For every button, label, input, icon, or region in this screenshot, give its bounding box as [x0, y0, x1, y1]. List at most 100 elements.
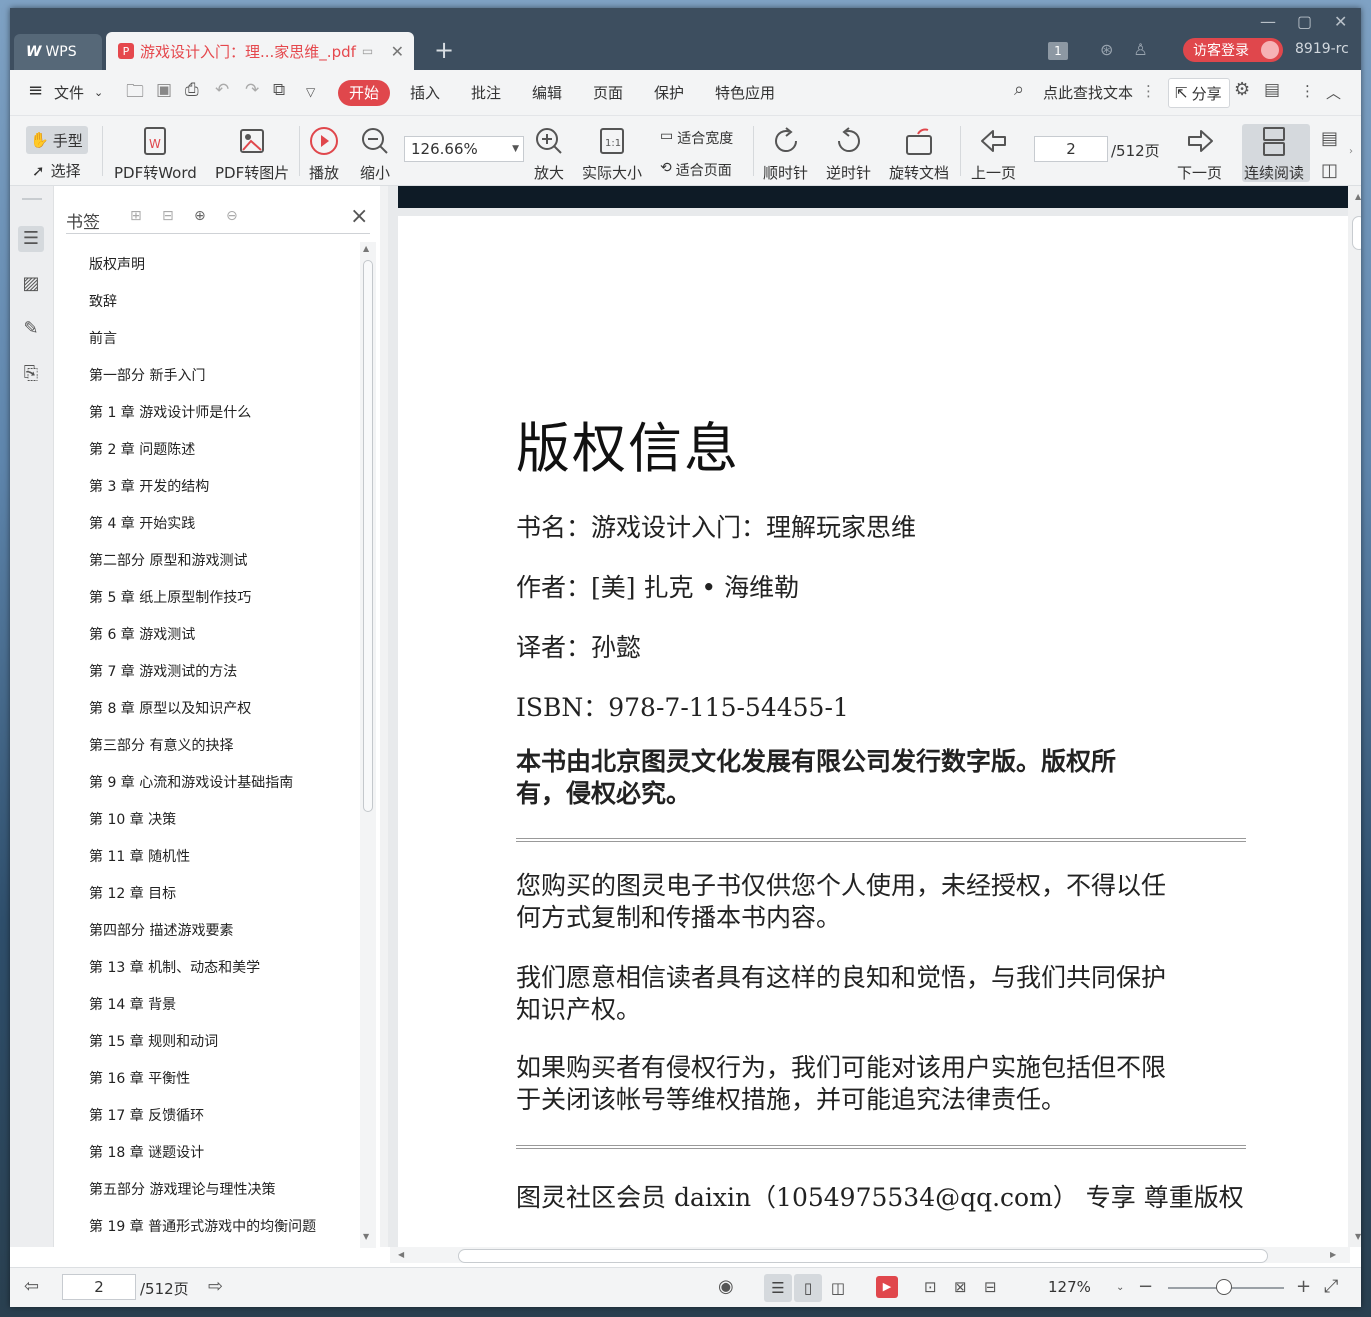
zoom-in-icon[interactable]: +: [1296, 1276, 1311, 1297]
redo-icon[interactable]: ↷: [245, 80, 259, 100]
scroll-down-icon[interactable]: ▼: [1355, 1232, 1361, 1241]
bookmark-scrollbar[interactable]: ▲ ▼: [360, 242, 376, 1248]
close-panel-icon[interactable]: ×: [350, 204, 368, 229]
print-icon[interactable]: ⎙: [185, 80, 199, 100]
more-chevron-icon[interactable]: ▽: [306, 85, 315, 99]
bookmark-scroll-thumb[interactable]: [363, 260, 373, 812]
menu-start[interactable]: 开始: [338, 80, 390, 106]
rotate-counter-clockwise-button[interactable]: 逆时针: [826, 124, 871, 183]
guest-login-button[interactable]: 访客登录: [1183, 38, 1283, 62]
bookmark-item[interactable]: 第 12 章 目标: [89, 883, 176, 903]
bookmark-item[interactable]: 第五部分 游戏理论与理性决策: [89, 1179, 275, 1199]
page-number-input[interactable]: 2: [1034, 136, 1108, 162]
zoom-select[interactable]: 126.66% ▼: [404, 136, 524, 162]
undo-icon[interactable]: ↶: [215, 80, 229, 100]
scroll-up-icon[interactable]: ▲: [363, 244, 369, 253]
collapse-all-icon[interactable]: ⊟: [162, 208, 180, 226]
play-slideshow-button[interactable]: ▶: [876, 1276, 898, 1298]
export-icon[interactable]: ⧉: [273, 80, 285, 100]
prev-page-icon[interactable]: ⇦: [24, 1276, 39, 1297]
zoom-dropdown-icon[interactable]: ⌄: [1116, 1282, 1124, 1293]
bookmark-item[interactable]: 第 1 章 游戏设计师是什么: [89, 402, 251, 422]
menu-insert[interactable]: 插入: [410, 82, 440, 103]
save-icon[interactable]: ▣: [156, 80, 172, 100]
menu-page[interactable]: 页面: [593, 82, 623, 103]
fit-page-button[interactable]: ⟲ 适合页面: [660, 160, 732, 180]
two-page-view-icon[interactable]: ◫: [824, 1274, 852, 1302]
fullscreen-icon[interactable]: ⤢: [1324, 1276, 1338, 1297]
more-vertical-icon[interactable]: ⋮: [1141, 82, 1156, 100]
close-tab-icon[interactable]: ✕: [391, 42, 404, 61]
bookmark-item[interactable]: 致辞: [89, 291, 117, 311]
skin-icon[interactable]: ⊛: [1100, 40, 1113, 59]
horizontal-scroll-thumb[interactable]: [458, 1249, 1268, 1263]
next-page-icon[interactable]: ⇨: [208, 1276, 223, 1297]
bookmark-item[interactable]: 第 9 章 心流和游戏设计基础指南: [89, 772, 293, 792]
zoom-in-button[interactable]: 放大: [534, 124, 564, 183]
comment-icon[interactable]: ▤: [1264, 80, 1280, 100]
thumbnail-panel-icon[interactable]: ▨: [18, 271, 44, 297]
play-button[interactable]: 播放: [309, 124, 339, 183]
rotate-document-button[interactable]: 旋转文档: [889, 124, 949, 183]
bookmark-item[interactable]: 第 15 章 规则和动词: [89, 1031, 218, 1051]
zoom-out-button[interactable]: 缩小: [360, 124, 390, 183]
fit-width-button[interactable]: ▭ 适合宽度: [660, 128, 733, 148]
rotate-clockwise-button[interactable]: 顺时针: [763, 124, 808, 183]
scroll-right-icon[interactable]: ▶: [1330, 1250, 1336, 1259]
bookmark-item[interactable]: 第 7 章 游戏测试的方法: [89, 661, 237, 681]
menu-protect[interactable]: 保护: [654, 82, 684, 103]
bookmark-item[interactable]: 第 10 章 决策: [89, 809, 176, 829]
collapse-ribbon-icon[interactable]: ︿: [1326, 82, 1341, 103]
share-button[interactable]: ⇱ 分享: [1168, 78, 1230, 108]
continuous-view-icon[interactable]: ☰: [764, 1274, 792, 1302]
kebab-icon[interactable]: ⋮: [1300, 82, 1315, 100]
bookmark-item[interactable]: 第 11 章 随机性: [89, 846, 190, 866]
bookmark-item[interactable]: 第 2 章 问题陈述: [89, 439, 195, 459]
status-page-input[interactable]: 2: [62, 1274, 136, 1300]
annotation-panel-icon[interactable]: ✎: [18, 316, 44, 342]
bookmark-item[interactable]: 第 19 章 普通形式游戏中的均衡问题: [89, 1216, 316, 1236]
two-page-icon[interactable]: ◫: [1321, 160, 1338, 181]
single-page-view-icon[interactable]: ▯: [794, 1274, 822, 1302]
bookmark-item[interactable]: 第 6 章 游戏测试: [89, 624, 195, 644]
actual-size-button[interactable]: 1:1 实际大小: [582, 124, 642, 183]
delete-bookmark-icon[interactable]: ⊖: [226, 208, 244, 226]
bookmark-item[interactable]: 第 5 章 纸上原型制作技巧: [89, 587, 251, 607]
bookmark-item[interactable]: 第三部分 有意义的抉择: [89, 735, 233, 755]
tab-document[interactable]: P 游戏设计入门：理...家思维_.pdf ▭ ✕: [106, 32, 414, 70]
zoom-slider-handle[interactable]: [1216, 1279, 1232, 1295]
single-page-icon[interactable]: ▤: [1321, 128, 1338, 149]
bookmark-item[interactable]: 第一部分 新手入门: [89, 365, 205, 385]
document-scroll-thumb[interactable]: [1352, 216, 1361, 250]
search-icon[interactable]: ⌕: [1014, 79, 1024, 100]
ribbon-scroll-right-icon[interactable]: ›: [1349, 146, 1353, 157]
add-bookmark-icon[interactable]: ⊕: [194, 208, 212, 226]
bookmark-item[interactable]: 第 18 章 谜题设计: [89, 1142, 204, 1162]
prev-page-button[interactable]: 上一页: [971, 124, 1016, 183]
select-tool-button[interactable]: ➚ 选择: [32, 160, 81, 181]
monitor-icon[interactable]: ▭: [362, 44, 373, 58]
bookmark-item[interactable]: 第 8 章 原型以及知识产权: [89, 698, 251, 718]
scroll-up-icon[interactable]: ▲: [1355, 192, 1361, 201]
signature-panel-icon[interactable]: ⎘: [18, 361, 44, 387]
minimize-icon[interactable]: —: [1260, 12, 1276, 31]
next-page-button[interactable]: 下一页: [1177, 124, 1222, 183]
bookmark-item[interactable]: 前言: [89, 328, 117, 348]
shirt-icon[interactable]: ♙: [1133, 40, 1147, 59]
add-tab-button[interactable]: +: [434, 38, 454, 62]
bookmark-panel-icon[interactable]: ☰: [18, 226, 44, 252]
search-text[interactable]: 点此查找文本: [1043, 82, 1133, 103]
menu-edit[interactable]: 编辑: [532, 82, 562, 103]
maximize-icon[interactable]: ▢: [1297, 12, 1312, 31]
menu-file[interactable]: 文件: [54, 82, 84, 103]
menu-special[interactable]: 特色应用: [715, 82, 775, 103]
chevron-down-icon[interactable]: ⌄: [94, 86, 103, 99]
status-zoom-value[interactable]: 127%: [1048, 1278, 1091, 1296]
window-count-badge[interactable]: 1: [1048, 42, 1068, 60]
document-vertical-scrollbar[interactable]: ▲ ▼: [1348, 186, 1361, 1247]
bookmark-item[interactable]: 第 16 章 平衡性: [89, 1068, 190, 1088]
pdf-to-image-button[interactable]: PDF转图片: [215, 124, 289, 183]
expand-all-icon[interactable]: ⊞: [130, 208, 148, 226]
bookmark-item[interactable]: 第 3 章 开发的结构: [89, 476, 209, 496]
bookmark-item[interactable]: 第 14 章 背景: [89, 994, 176, 1014]
